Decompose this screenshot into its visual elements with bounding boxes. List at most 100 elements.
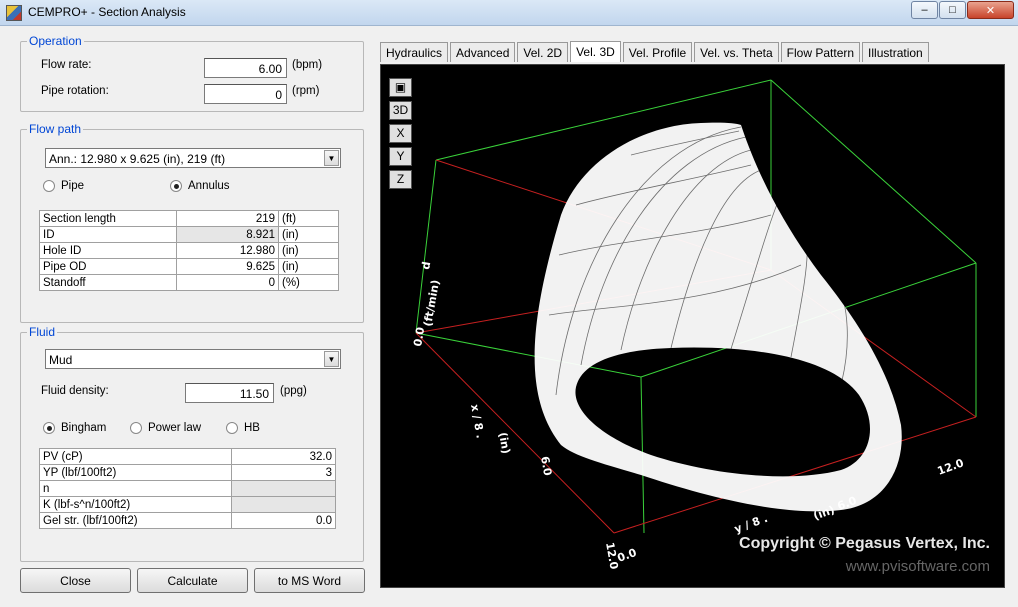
flow-rate-input[interactable]: 6.00 xyxy=(204,58,287,78)
table-row: Section length 219 (ft) xyxy=(39,210,339,227)
flow-rate-label: Flow rate: xyxy=(41,59,92,71)
tab-flow-pattern[interactable]: Flow Pattern xyxy=(780,42,861,62)
row-value[interactable]: 0.0 xyxy=(231,512,336,529)
chevron-down-icon[interactable]: ▼ xyxy=(324,150,339,166)
axis-label-y-unit: (ft/min) xyxy=(421,279,442,328)
view-3d-button[interactable]: 3D xyxy=(389,101,412,120)
radio-power-law-label: Power law xyxy=(148,422,202,434)
table-row: PV (cP) 32.0 xyxy=(39,448,336,465)
radio-pipe[interactable]: Pipe xyxy=(43,180,84,192)
table-row: ID 8.921 (in) xyxy=(39,226,339,243)
row-value xyxy=(231,480,336,497)
fluid-select[interactable]: Mud ▼ xyxy=(45,349,341,369)
minimize-button[interactable]: – xyxy=(911,1,938,19)
tick-x-mid: 6.0 xyxy=(538,455,554,477)
close-button[interactable]: Close xyxy=(20,568,131,593)
axis-label-x-unit: (in) xyxy=(496,431,513,455)
maximize-button[interactable]: □ xyxy=(939,1,966,19)
pipe-rotation-input[interactable]: 0 xyxy=(204,84,287,104)
title-bar: CEMPRO+ - Section Analysis – □ ✕ xyxy=(0,0,1018,26)
tab-vel-3d[interactable]: Vel. 3D xyxy=(570,41,621,62)
row-value xyxy=(231,496,336,513)
copyright-text: Copyright © Pegasus Vertex, Inc. xyxy=(739,535,990,552)
fluid-density-unit: (ppg) xyxy=(280,385,307,397)
tab-vel-profile[interactable]: Vel. Profile xyxy=(622,42,693,62)
radio-annulus-dot[interactable] xyxy=(170,180,182,192)
view-x-button[interactable]: X xyxy=(389,124,412,143)
row-label: K (lbf-s^n/100ft2) xyxy=(39,496,232,513)
row-value[interactable]: 12.980 xyxy=(176,242,279,259)
row-label: Pipe OD xyxy=(39,258,177,275)
calculate-button[interactable]: Calculate xyxy=(137,568,248,593)
view-y-button[interactable]: Y xyxy=(389,147,412,166)
fluid-group: Fluid Mud ▼ Fluid density: 11.50 (ppg) B… xyxy=(20,325,364,562)
row-value[interactable]: 32.0 xyxy=(231,448,336,465)
radio-pipe-label: Pipe xyxy=(61,180,85,192)
table-row: Pipe OD 9.625 (in) xyxy=(39,258,339,275)
velocity-3d-viewport[interactable]: (ft/min) d 0.0 x / 8 . (in) 6.0 12.0 0.0… xyxy=(380,64,1005,588)
radio-hb-dot[interactable] xyxy=(226,422,238,434)
row-label: n xyxy=(39,480,232,497)
tick-y-end: 12.0 xyxy=(936,456,966,478)
operation-legend: Operation xyxy=(27,34,84,48)
axis-label-d: d xyxy=(419,261,433,271)
tick-origin: 0.0 xyxy=(616,546,639,565)
table-row: n xyxy=(39,480,336,497)
row-unit: (%) xyxy=(278,274,339,291)
tab-strip: Hydraulics Advanced Vel. 2D Vel. 3D Vel.… xyxy=(380,41,931,63)
radio-annulus[interactable]: Annulus xyxy=(170,180,230,192)
table-row: K (lbf-s^n/100ft2) xyxy=(39,496,336,513)
flow-rate-unit: (bpm) xyxy=(292,59,323,71)
row-value[interactable]: 9.625 xyxy=(176,258,279,275)
row-value[interactable]: 3 xyxy=(231,464,336,481)
pipe-rotation-label: Pipe rotation: xyxy=(41,85,109,97)
radio-bingham[interactable]: Bingham xyxy=(43,422,106,434)
row-value: 8.921 xyxy=(176,226,279,243)
radio-annulus-label: Annulus xyxy=(188,180,230,192)
pipe-rotation-unit: (rpm) xyxy=(292,85,320,97)
radio-bingham-dot[interactable] xyxy=(43,422,55,434)
row-unit: (in) xyxy=(278,258,339,275)
operation-group: Operation Flow rate: 6.00 (bpm) Pipe rot… xyxy=(20,34,364,112)
radio-pipe-dot[interactable] xyxy=(43,180,55,192)
row-label: YP (lbf/100ft2) xyxy=(39,464,232,481)
velocity-3d-plot[interactable]: (ft/min) d 0.0 x / 8 . (in) 6.0 12.0 0.0… xyxy=(381,65,1006,589)
row-value[interactable]: 0 xyxy=(176,274,279,291)
axis-label-y: y / 8 . xyxy=(733,512,770,536)
fluid-density-label: Fluid density: xyxy=(41,385,109,397)
chevron-down-icon[interactable]: ▼ xyxy=(324,351,339,367)
flow-path-table: Section length 219 (ft) ID 8.921 (in) Hole I… xyxy=(39,210,339,291)
radio-power-law-dot[interactable] xyxy=(130,422,142,434)
radio-hb[interactable]: HB xyxy=(226,422,260,434)
close-window-button[interactable]: ✕ xyxy=(967,1,1014,19)
flow-path-group: Flow path Ann.: 12.980 x 9.625 (in), 219… xyxy=(20,122,364,323)
view-z-button[interactable]: Z xyxy=(389,170,412,189)
table-row: Standoff 0 (%) xyxy=(39,274,339,291)
flow-path-selected: Ann.: 12.980 x 9.625 (in), 219 (ft) xyxy=(49,152,226,166)
tab-advanced[interactable]: Advanced xyxy=(450,42,516,62)
camera-icon[interactable]: ▣ xyxy=(389,78,412,97)
flow-path-select[interactable]: Ann.: 12.980 x 9.625 (in), 219 (ft) ▼ xyxy=(45,148,341,168)
app-icon xyxy=(6,5,22,21)
radio-bingham-label: Bingham xyxy=(61,422,107,434)
row-value[interactable]: 219 xyxy=(176,210,279,227)
radio-power-law[interactable]: Power law xyxy=(130,422,201,434)
website-text: www.pvisoftware.com xyxy=(845,558,990,575)
tab-hydraulics[interactable]: Hydraulics xyxy=(380,42,449,62)
fluid-selected: Mud xyxy=(49,353,73,367)
axis-label-x: x / 8 . xyxy=(468,403,487,439)
row-unit: (in) xyxy=(278,242,339,259)
tab-vel-vs-theta[interactable]: Vel. vs. Theta xyxy=(694,42,779,62)
table-row: YP (lbf/100ft2) 3 xyxy=(39,464,336,481)
fluid-legend: Fluid xyxy=(27,325,58,339)
row-unit: (ft) xyxy=(278,210,339,227)
tick-z-zero: 0.0 xyxy=(411,326,427,348)
window-title: CEMPRO+ - Section Analysis xyxy=(28,5,186,19)
table-row: Hole ID 12.980 (in) xyxy=(39,242,339,259)
tab-illustration[interactable]: Illustration xyxy=(862,42,929,62)
ms-word-button[interactable]: to MS Word xyxy=(254,568,365,593)
client-area: Operation Flow rate: 6.00 (bpm) Pipe rot… xyxy=(0,26,1018,607)
app-window: CEMPRO+ - Section Analysis – □ ✕ Operati… xyxy=(0,0,1018,607)
fluid-density-input[interactable]: 11.50 xyxy=(185,383,274,403)
tab-vel-2d[interactable]: Vel. 2D xyxy=(517,42,569,62)
